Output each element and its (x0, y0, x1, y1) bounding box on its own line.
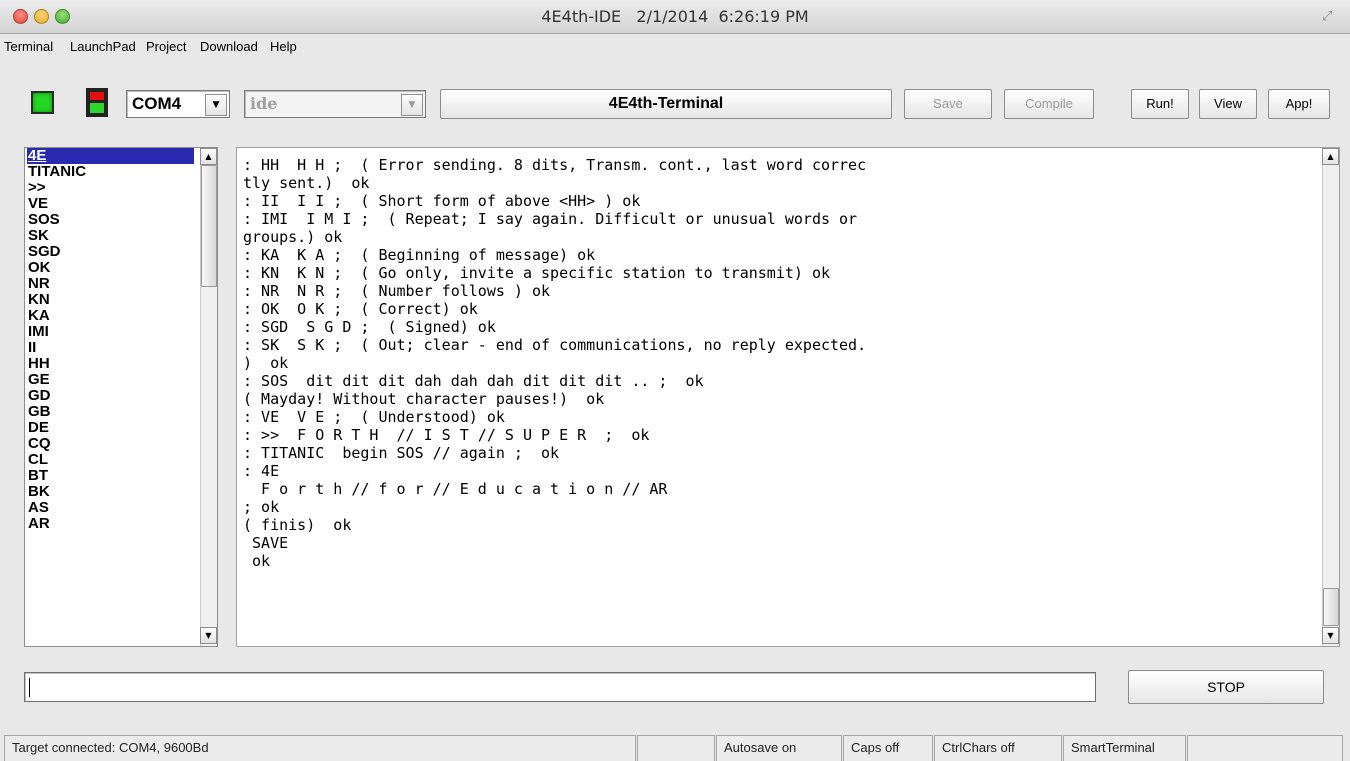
word-item[interactable]: CQ (27, 436, 197, 452)
app-button[interactable]: App! (1268, 89, 1330, 119)
menu-project[interactable]: Project (146, 35, 186, 59)
word-item[interactable]: NR (27, 276, 197, 292)
terminal-scrollbar[interactable]: ▲ ▼ (1322, 148, 1339, 646)
view-button[interactable]: View (1199, 89, 1257, 119)
terminal-line: SAVE (243, 534, 289, 552)
word-item[interactable]: GE (27, 372, 197, 388)
terminal-line: ) ok (243, 354, 289, 372)
word-item[interactable]: BK (27, 484, 197, 500)
mode-value: ide (250, 94, 278, 113)
chevron-down-icon[interactable]: ▼ (401, 94, 423, 116)
mode-select[interactable]: ide ▼ (244, 90, 426, 118)
scroll-down-icon[interactable]: ▼ (1322, 627, 1339, 644)
text-caret (29, 678, 30, 697)
menu-terminal[interactable]: Terminal (4, 35, 53, 59)
terminal-line: : II I I ; ( Short form of above <HH> ) … (243, 192, 641, 210)
word-item[interactable]: II (27, 340, 197, 356)
terminal-lines: : HH H H ; ( Error sending. 8 dits, Tran… (243, 156, 1313, 570)
command-input[interactable] (24, 672, 1096, 702)
word-item[interactable]: OK (27, 260, 197, 276)
activity-led-icon (86, 88, 108, 117)
word-item[interactable]: KN (27, 292, 197, 308)
scroll-up-icon[interactable]: ▲ (200, 148, 217, 165)
word-item[interactable]: GB (27, 404, 197, 420)
terminal-line: : 4E (243, 462, 280, 480)
word-item[interactable]: BT (27, 468, 197, 484)
terminal-line: : KA K A ; ( Beginning of message) ok (243, 246, 596, 264)
word-item[interactable]: 4E (27, 148, 194, 164)
terminal-line: : OK O K ; ( Correct) ok (243, 300, 478, 318)
menu-download[interactable]: Download (200, 35, 258, 59)
word-item[interactable]: >> (27, 180, 197, 196)
menu-help[interactable]: Help (270, 35, 297, 59)
menu-launchpad[interactable]: LaunchPad (70, 35, 136, 59)
status-empty (637, 735, 715, 761)
word-list[interactable]: 4E TITANIC >> VE SOS SK SGD OK NR KN KA IMI II HH GE GD… (24, 147, 218, 647)
terminal-line: F o r t h // f o r // E d u c a t i o n … (243, 480, 668, 498)
word-item[interactable]: DE (27, 420, 197, 436)
word-item[interactable]: IMI (27, 324, 197, 340)
scroll-down-icon[interactable]: ▼ (200, 627, 217, 644)
terminal-line: : IMI I M I ; ( Repeat; I say again. Dif… (243, 210, 858, 228)
word-item[interactable]: HH (27, 356, 197, 372)
status-ctrlchars: CtrlChars off (934, 735, 1062, 761)
status-connection: Target connected: COM4, 9600Bd (4, 735, 636, 761)
scroll-thumb[interactable] (1323, 588, 1339, 626)
fullscreen-icon[interactable]: ⤢ (1322, 9, 1338, 25)
terminal-line: ; ok (243, 498, 280, 516)
compile-button[interactable]: Compile (1004, 89, 1094, 119)
word-item[interactable]: SGD (27, 244, 197, 260)
terminal-line: : HH H H ; ( Error sending. 8 dits, Tran… (243, 156, 867, 174)
terminal-line: : SOS dit dit dit dah dah dah dit dit di… (243, 372, 704, 390)
chevron-down-icon[interactable]: ▼ (205, 94, 227, 116)
terminal-line: ( finis) ok (243, 516, 352, 534)
word-item[interactable]: SK (27, 228, 197, 244)
terminal-line: : TITANIC begin SOS // again ; ok (243, 444, 560, 462)
scroll-thumb[interactable] (201, 165, 217, 287)
word-item[interactable]: KA (27, 308, 197, 324)
terminal-line: tly sent.) ok (243, 174, 370, 192)
status-autosave: Autosave on (716, 735, 842, 761)
run-button[interactable]: Run! (1131, 89, 1189, 119)
connection-led-icon (31, 91, 54, 114)
word-list-scrollbar[interactable]: ▲ ▼ (200, 148, 217, 646)
status-caps: Caps off (843, 735, 933, 761)
terminal-button[interactable]: 4E4th-Terminal (440, 89, 892, 119)
terminal-line: : SGD S G D ; ( Signed) ok (243, 318, 496, 336)
terminal-line: ( Mayday! Without character pauses!) ok (243, 390, 605, 408)
menu-bar: Terminal LaunchPad Project Download Help (0, 35, 1350, 59)
terminal-line: ok (243, 552, 271, 570)
window-title: 4E4th-IDE 2/1/2014 6:26:19 PM (541, 7, 809, 26)
terminal-line: groups.) ok (243, 228, 343, 246)
terminal-line: : SK S K ; ( Out; clear - end of communi… (243, 336, 867, 354)
word-item[interactable]: AR (27, 516, 197, 532)
status-extra (1187, 735, 1343, 761)
terminal-line: : VE V E ; ( Understood) ok (243, 408, 505, 426)
word-item[interactable]: SOS (27, 212, 197, 228)
word-item[interactable]: TITANIC (27, 164, 197, 180)
word-items: 4E TITANIC >> VE SOS SK SGD OK NR KN KA IMI II HH GE GD… (27, 148, 197, 532)
word-item[interactable]: VE (27, 196, 197, 212)
status-mode: SmartTerminal (1063, 735, 1186, 761)
terminal-output[interactable]: : HH H H ; ( Error sending. 8 dits, Tran… (236, 147, 1340, 647)
word-item[interactable]: AS (27, 500, 197, 516)
terminal-line: : >> F O R T H // I S T // S U P E R ; o… (243, 426, 650, 444)
terminal-line: : NR N R ; ( Number follows ) ok (243, 282, 551, 300)
port-select[interactable]: COM4 ▼ (126, 90, 230, 118)
word-item[interactable]: GD (27, 388, 197, 404)
terminal-line: : KN K N ; ( Go only, invite a specific … (243, 264, 830, 282)
stop-button[interactable]: STOP (1128, 670, 1324, 704)
port-value: COM4 (132, 94, 182, 113)
word-item[interactable]: CL (27, 452, 197, 468)
scroll-up-icon[interactable]: ▲ (1322, 148, 1339, 165)
save-button[interactable]: Save (904, 89, 992, 119)
